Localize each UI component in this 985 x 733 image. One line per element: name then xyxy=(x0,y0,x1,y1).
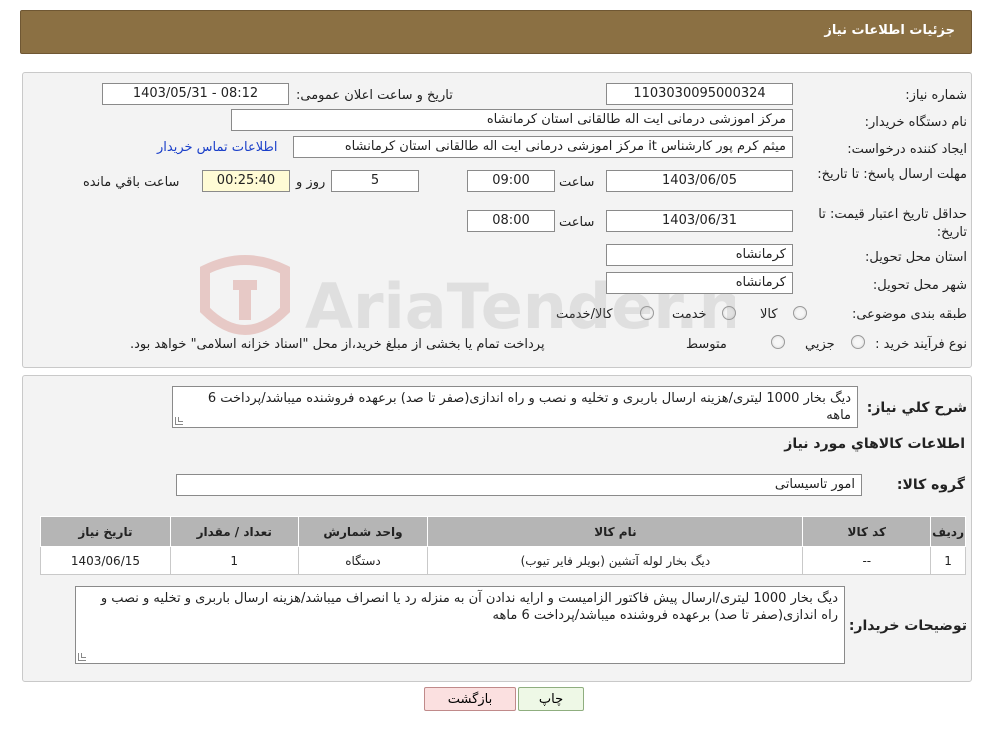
buyer-contact-link[interactable]: اطلاعات تماس خریدار xyxy=(157,140,277,155)
resize-grip-icon[interactable] xyxy=(175,417,183,425)
province-field: کرمانشاه xyxy=(606,244,793,266)
creator-field: میثم کرم پور کارشناس it مرکز اموزشی درما… xyxy=(293,136,793,158)
days-label: روز و xyxy=(296,175,326,190)
city-label: شهر محل تحویل: xyxy=(872,278,967,293)
price-validity-label: حداقل تاریخ اعتبار قیمت: تا تاریخ: xyxy=(818,207,967,240)
col-unit-header: واحد شمارش xyxy=(297,516,429,547)
province-label: استان محل تحویل: xyxy=(865,250,967,265)
back-button[interactable]: بازگشت xyxy=(424,687,516,711)
page-header: جزئیات اطلاعات نیاز xyxy=(20,10,972,54)
need-number-field: 1103030095000324 xyxy=(606,83,793,105)
category-service-label: خدمت xyxy=(672,307,707,322)
creator-label: ایجاد کننده درخواست: xyxy=(847,142,967,157)
reply-date-field: 1403/06/05 xyxy=(606,170,793,192)
page-title: جزئیات اطلاعات نیاز xyxy=(824,23,955,38)
days-field: 5 xyxy=(331,170,419,192)
process-minor-radio[interactable] xyxy=(851,335,865,349)
col-name-header: نام کالا xyxy=(427,516,804,547)
cell-code: -- xyxy=(802,546,932,575)
category-goods-service-radio[interactable] xyxy=(640,306,654,320)
price-time-label: ساعت xyxy=(559,215,595,230)
goods-info-title: اطلاعات کالاهاي مورد نياز xyxy=(784,436,965,452)
category-goods-service-label: کالا/خدمت xyxy=(556,307,613,322)
resize-grip-icon[interactable] xyxy=(78,653,86,661)
summary-label: شرح کلي نياز: xyxy=(866,400,967,416)
reply-deadline-label: مهلت ارسال پاسخ: تا تاریخ: xyxy=(817,167,967,182)
cell-name: دیگ بخار لوله آتشین (بویلر فایر تیوب) xyxy=(427,546,804,575)
col-date-header: تاریخ نیاز xyxy=(40,516,171,547)
cell-row: 1 xyxy=(930,546,966,575)
process-medium-radio[interactable] xyxy=(771,335,785,349)
col-code-header: کد کالا xyxy=(802,516,932,547)
city-field: کرمانشاه xyxy=(606,272,793,294)
price-time-field: 08:00 xyxy=(467,210,555,232)
cell-unit: دستگاه xyxy=(297,546,429,575)
reply-time-label: ساعت xyxy=(559,175,595,190)
reply-time-field: 09:00 xyxy=(467,170,555,192)
process-payment-note: پرداخت تمام یا بخشی از مبلغ خرید،از محل … xyxy=(130,337,545,352)
goods-table-header-row: رديف کد کالا نام کالا واحد شمارش تعداد /… xyxy=(40,516,966,547)
summary-textarea[interactable]: دیگ بخار 1000 لیتری/هزینه ارسال باربری و… xyxy=(172,386,858,428)
goods-table: رديف کد کالا نام کالا واحد شمارش تعداد /… xyxy=(40,516,966,575)
remaining-time-field: 00:25:40 xyxy=(202,170,290,192)
category-goods-radio[interactable] xyxy=(793,306,807,320)
table-row: 1 -- دیگ بخار لوله آتشین (بویلر فایر تیو… xyxy=(40,546,966,575)
summary-text: دیگ بخار 1000 لیتری/هزینه ارسال باربری و… xyxy=(207,391,851,423)
category-service-radio[interactable] xyxy=(722,306,736,320)
announce-label: تاریخ و ساعت اعلان عمومی: xyxy=(296,88,453,103)
price-date-field: 1403/06/31 xyxy=(606,210,793,232)
process-medium-label: متوسط xyxy=(686,337,727,352)
buyer-notes-text: دیگ بخار 1000 لیتری/ارسال پیش فاکتور الز… xyxy=(100,591,838,623)
buyer-org-label: نام دستگاه خریدار: xyxy=(864,115,967,130)
goods-group-field: امور تاسیساتی xyxy=(176,474,862,496)
category-goods-label: کالا xyxy=(760,307,778,322)
announce-field: 1403/05/31 - 08:12 xyxy=(102,83,289,105)
cell-qty: 1 xyxy=(169,546,299,575)
need-number-label: شماره نیاز: xyxy=(905,88,967,103)
category-label: طبقه بندی موضوعی: xyxy=(851,307,967,322)
buyer-notes-label: توضیحات خریدار: xyxy=(848,618,967,634)
buyer-notes-textarea[interactable]: دیگ بخار 1000 لیتری/ارسال پیش فاکتور الز… xyxy=(75,586,845,664)
goods-group-label: گروه کالا: xyxy=(896,477,965,493)
remaining-time-label: ساعت باقي مانده xyxy=(83,175,180,190)
print-button[interactable]: چاپ xyxy=(518,687,584,711)
col-qty-header: تعداد / مقدار xyxy=(169,516,299,547)
buyer-org-field: مرکز اموزشی درمانی ایت اله طالقانی استان… xyxy=(231,109,793,131)
process-label: نوع فرآیند خرید : xyxy=(875,337,967,352)
col-row-header: رديف xyxy=(930,516,966,547)
process-minor-label: جزیي xyxy=(805,337,835,352)
cell-date: 1403/06/15 xyxy=(40,546,171,575)
